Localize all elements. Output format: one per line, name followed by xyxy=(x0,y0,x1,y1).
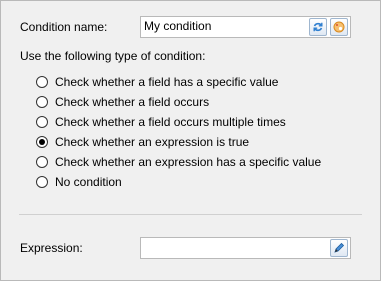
expression-label: Expression: xyxy=(20,241,83,255)
option-field-occurs-multiple[interactable]: Check whether a field occurs multiple ti… xyxy=(36,114,286,130)
pencil-icon xyxy=(334,242,345,253)
palette-button[interactable] xyxy=(330,18,348,36)
option-label: Check whether a field occurs multiple ti… xyxy=(55,115,286,129)
option-label: Check whether an expression is true xyxy=(55,135,250,149)
option-expression-specific-value[interactable]: Check whether an expression has a specif… xyxy=(36,154,321,170)
option-no-condition[interactable]: No condition xyxy=(36,174,122,190)
condition-name-label: Condition name: xyxy=(20,20,108,34)
radio-button-selected[interactable] xyxy=(36,136,48,148)
option-label: No condition xyxy=(55,175,122,189)
radio-button[interactable] xyxy=(36,156,48,168)
expression-field[interactable] xyxy=(140,237,351,259)
radio-button[interactable] xyxy=(36,176,48,188)
radio-button[interactable] xyxy=(36,116,48,128)
refresh-icon xyxy=(313,22,323,32)
separator xyxy=(19,214,362,215)
option-field-value[interactable]: Check whether a field has a specific val… xyxy=(36,74,278,90)
edit-expression-button[interactable] xyxy=(330,239,348,257)
type-heading: Use the following type of condition: xyxy=(20,49,206,63)
refresh-button[interactable] xyxy=(309,18,327,36)
condition-name-input[interactable] xyxy=(144,19,304,33)
expression-input[interactable] xyxy=(144,240,324,254)
palette-icon xyxy=(333,21,345,33)
option-label: Check whether a field occurs xyxy=(55,95,210,109)
radio-button[interactable] xyxy=(36,96,48,108)
option-label: Check whether an expression has a specif… xyxy=(55,155,322,169)
option-label: Check whether a field has a specific val… xyxy=(55,75,279,89)
option-expression-true[interactable]: Check whether an expression is true xyxy=(36,134,249,150)
radio-button[interactable] xyxy=(36,76,48,88)
condition-name-field[interactable] xyxy=(140,16,351,38)
condition-panel: Condition name: Use the following type o… xyxy=(0,0,381,281)
option-field-occurs[interactable]: Check whether a field occurs xyxy=(36,94,209,110)
